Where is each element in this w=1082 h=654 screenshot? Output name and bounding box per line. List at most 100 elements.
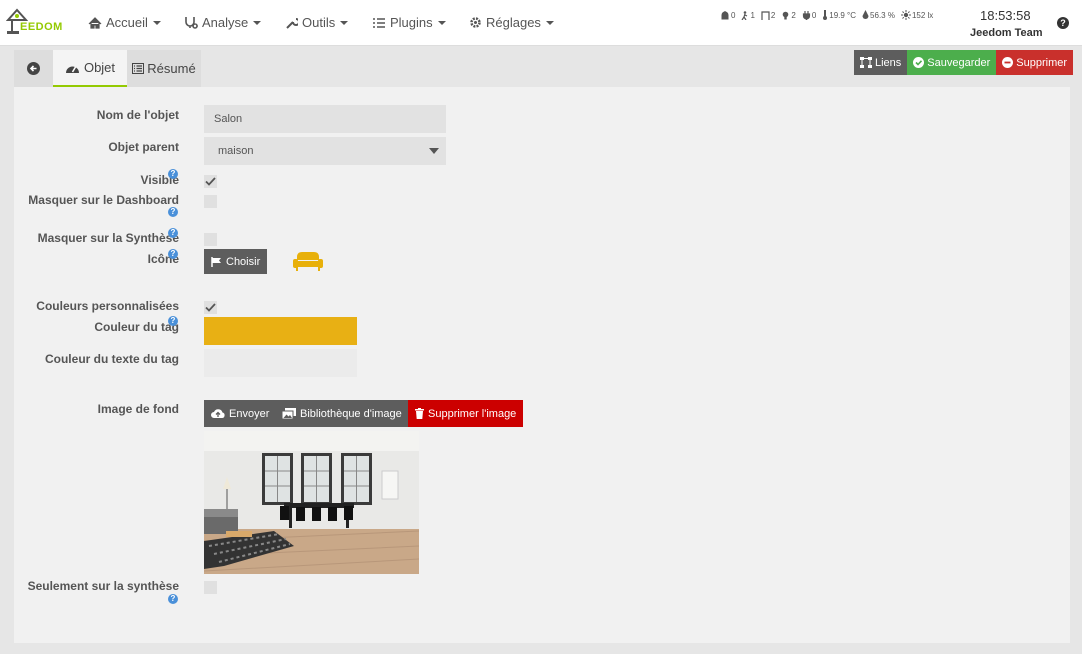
jeedom-logo[interactable]: EEDOM: [6, 6, 70, 36]
tag-text-color-picker[interactable]: [204, 349, 357, 377]
tag-color-label: Couleur du tag: [94, 320, 179, 334]
home-icon: [88, 16, 102, 29]
tag-color-picker[interactable]: [204, 317, 357, 345]
name-input[interactable]: Salon: [204, 105, 446, 133]
chevron-down-icon: [253, 20, 262, 25]
list-icon: [373, 17, 385, 28]
motion-count: 1: [750, 10, 755, 20]
minus-circle-icon: [1002, 57, 1014, 68]
alarm-summary[interactable]: 0: [720, 10, 736, 20]
synthesis-only-label: Seulement sur la synthèse: [27, 579, 179, 593]
user-menu[interactable]: Jeedom Team: [970, 27, 1043, 39]
chevron-down-icon: [437, 20, 446, 25]
choose-icon-label: Choisir: [226, 255, 261, 268]
door-count: 2: [770, 10, 776, 20]
chevron-down-icon: [340, 20, 349, 25]
light-count: 2: [791, 10, 796, 20]
arrow-circle-left-icon: [27, 62, 40, 75]
menu-outils[interactable]: Outils: [285, 15, 349, 30]
hide-synthesis-label: Masquer sur la Synthèse: [37, 231, 179, 245]
tab-resume-label: Résumé: [147, 61, 196, 76]
menu-outils-label: Outils: [302, 15, 336, 30]
hide-dashboard-checkbox[interactable]: [204, 195, 217, 208]
hide-synthesis-checkbox[interactable]: [204, 233, 217, 246]
light-summary[interactable]: 2: [781, 10, 796, 20]
help-icon[interactable]: ?: [168, 316, 178, 326]
select-caret-icon: [429, 148, 439, 154]
plug-icon: [802, 10, 810, 20]
menu-reglages[interactable]: Réglages: [469, 15, 554, 30]
cloud-upload-icon: [211, 409, 225, 418]
upload-image-label: Envoyer: [229, 407, 270, 420]
summary-status-bar[interactable]: 0 1 2 2 0 19.9 °C 56.3 % 152 lx: [720, 10, 933, 20]
top-navbar: EEDOM Accueil Analyse Outils Plugins Rég…: [0, 0, 1082, 46]
motion-summary[interactable]: 1: [741, 10, 755, 20]
chevron-down-icon: [545, 20, 554, 25]
custom-colors-checkbox[interactable]: [204, 301, 217, 314]
help-icon[interactable]: ?: [168, 594, 178, 604]
menu-reglages-label: Réglages: [486, 15, 541, 30]
door-icon: [761, 10, 770, 20]
save-button-label: Sauvegarder: [927, 56, 991, 69]
delete-button-label: Supprimer: [1016, 56, 1068, 69]
tab-objet[interactable]: Objet: [53, 50, 127, 87]
humidity-value: 56.3 %: [870, 10, 895, 20]
menu-analyse-label: Analyse: [202, 15, 249, 30]
alarm-count: 0: [731, 10, 736, 20]
list-alt-icon: [132, 63, 145, 74]
delete-button[interactable]: Supprimer: [996, 50, 1074, 75]
door-summary[interactable]: 2: [761, 11, 775, 20]
parent-select[interactable]: maison: [204, 137, 446, 165]
name-label: Nom de l'objet: [96, 108, 179, 122]
custom-colors-label: Couleurs personnalisées: [36, 299, 179, 313]
help-icon[interactable]: ?: [168, 207, 178, 217]
background-image-label: Image de fond: [97, 402, 179, 416]
luminosity-summary[interactable]: 152 lx: [900, 10, 933, 20]
water-drop-icon: [862, 10, 869, 19]
tab-objet-label: Objet: [83, 60, 116, 75]
gear-icon: [470, 17, 481, 28]
wrench-icon: [286, 18, 298, 29]
alarm-icon: [721, 10, 729, 19]
parent-label: Objet parent: [108, 140, 179, 154]
sofa-icon: [293, 252, 323, 271]
help-icon[interactable]: ?: [1057, 17, 1069, 29]
dashboard-gauge-icon: [65, 66, 79, 73]
flag-icon: [211, 256, 221, 267]
visible-checkbox[interactable]: [204, 175, 217, 188]
images-icon: [282, 408, 296, 419]
trash-icon: [415, 408, 424, 419]
choose-icon-button[interactable]: Choisir: [204, 249, 268, 274]
upload-image-button[interactable]: Envoyer: [204, 400, 277, 427]
back-button[interactable]: [14, 50, 53, 87]
person-walking-icon: [741, 10, 748, 20]
tab-resume[interactable]: Résumé: [127, 50, 201, 87]
help-icon[interactable]: ?: [168, 228, 178, 238]
background-image-preview: [204, 431, 419, 574]
logo-text: EEDOM: [20, 21, 63, 33]
image-library-label: Bibliothèque d'image: [300, 407, 402, 420]
help-icon[interactable]: ?: [168, 169, 178, 179]
remove-image-button[interactable]: Supprimer l'image: [408, 400, 524, 427]
plug-summary[interactable]: 0: [802, 10, 816, 20]
menu-analyse[interactable]: Analyse: [184, 15, 262, 30]
stethoscope-icon: [185, 17, 198, 29]
thermometer-icon: [823, 10, 828, 20]
links-button[interactable]: Liens: [854, 50, 908, 75]
temperature-value: 19.9 °C: [829, 10, 857, 20]
check-circle-icon: [913, 57, 925, 68]
save-button[interactable]: Sauvegarder: [907, 50, 997, 75]
menu-plugins-label: Plugins: [390, 15, 433, 30]
living-room-photo: [204, 431, 419, 574]
links-button-label: Liens: [875, 56, 902, 69]
menu-accueil[interactable]: Accueil: [88, 15, 161, 30]
synthesis-only-checkbox[interactable]: [204, 581, 217, 594]
object-tabs: Objet Résumé: [14, 50, 201, 87]
checkmark-icon: [205, 303, 216, 312]
help-icon[interactable]: ?: [168, 249, 178, 259]
sitemap-icon: [860, 57, 872, 68]
image-library-button[interactable]: Bibliothèque d'image: [275, 400, 409, 427]
humidity-summary[interactable]: 56.3 %: [862, 10, 895, 20]
menu-plugins[interactable]: Plugins: [372, 15, 446, 30]
temperature-summary[interactable]: 19.9 °C: [822, 10, 856, 20]
